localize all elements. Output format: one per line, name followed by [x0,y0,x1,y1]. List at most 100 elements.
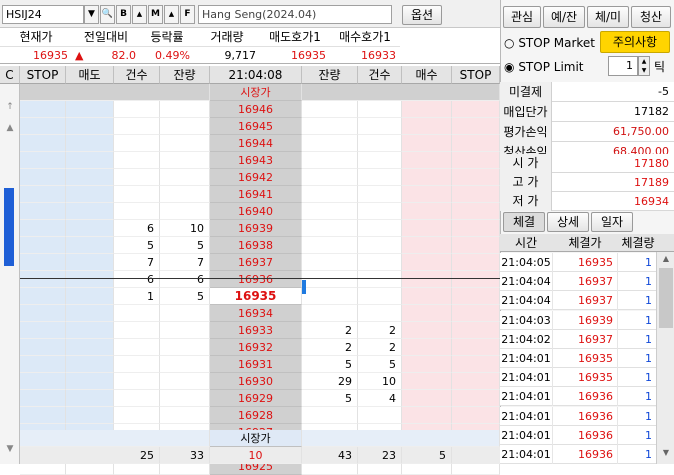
bid-order-cell[interactable] [402,373,452,390]
bid-order-cell[interactable] [402,339,452,356]
ask-row[interactable]: 5 5 16938 [20,237,500,254]
ask-stop-cell[interactable] [20,220,66,237]
ask-stop-cell[interactable] [20,373,66,390]
ask-order-cell[interactable] [66,135,114,152]
ask-row[interactable]: 16943 [20,152,500,169]
symbol-dropdown-button[interactable]: ▼ [84,5,99,24]
bid-stop-cell[interactable] [452,322,500,339]
bid-stop-cell[interactable] [452,169,500,186]
bid-order-cell[interactable] [402,288,452,305]
ask-price-cell[interactable]: 16937 [210,254,302,271]
scroll-thumb[interactable] [659,268,673,328]
ask-row[interactable]: 16942 [20,169,500,186]
ask-stop-cell[interactable] [20,390,66,407]
ask-price-cell[interactable]: 16941 [210,186,302,203]
bid-order-cell[interactable] [402,390,452,407]
tab-watchlist[interactable]: 관심 [503,6,541,28]
ask-stop-cell[interactable] [20,305,66,322]
bid-stop-cell[interactable] [452,220,500,237]
ask-stop-cell[interactable] [20,152,66,169]
bid-order-cell[interactable] [402,407,452,424]
bid-price-cell[interactable]: 16928 [210,407,302,424]
ask-row[interactable]: 16944 [20,135,500,152]
bid-stop-cell[interactable] [452,356,500,373]
ask-order-cell[interactable] [66,305,114,322]
bid-stop-cell[interactable] [452,407,500,424]
tab-detail[interactable]: 상세 [547,212,589,232]
bid-order-cell[interactable] [402,322,452,339]
bid-order-cell[interactable] [402,101,452,118]
bid-stop-cell[interactable] [452,186,500,203]
bid-order-cell[interactable] [402,254,452,271]
bid-stop-cell[interactable] [452,203,500,220]
bid-stop-cell[interactable] [452,135,500,152]
bid-price-cell[interactable]: 16929 [210,390,302,407]
bid-row[interactable]: 16928 [20,407,500,424]
ask-row[interactable]: 16940 [20,203,500,220]
bid-order-cell[interactable] [402,169,452,186]
stop-market-radio[interactable]: ○ STOP Market [504,34,600,52]
updown-spinner[interactable]: ▲ [132,5,147,24]
scroll-up-icon[interactable]: ▲ [659,254,673,266]
options-button[interactable]: 옵션 [402,5,442,25]
ask-order-cell[interactable] [66,101,114,118]
bid-order-cell[interactable] [402,118,452,135]
bid-order-cell[interactable] [402,305,452,322]
trade-scrollbar[interactable]: ▲ ▼ [656,252,674,464]
bid-order-cell[interactable] [402,152,452,169]
ask-order-cell[interactable] [66,203,114,220]
bid-stop-cell[interactable] [452,288,500,305]
tab-daily[interactable]: 일자 [591,212,633,232]
bid-stop-cell[interactable] [452,152,500,169]
b-button[interactable]: B [116,5,131,24]
bid-order-cell[interactable] [402,203,452,220]
ask-order-cell[interactable] [66,118,114,135]
ask-order-cell[interactable] [66,356,114,373]
bid-stop-cell[interactable] [452,373,500,390]
bid-stop-cell[interactable] [452,305,500,322]
bid-order-cell[interactable] [402,237,452,254]
ask-price-cell[interactable]: 16942 [210,169,302,186]
m-button[interactable]: M [148,5,163,24]
ask-price-cell[interactable]: 16935 [210,288,302,305]
tab-liquidate[interactable]: 청산 [631,6,671,28]
bid-stop-cell[interactable] [452,390,500,407]
ask-stop-cell[interactable] [20,322,66,339]
ask-row[interactable]: 16946 [20,101,500,118]
ask-stop-cell[interactable] [20,186,66,203]
tab-trades[interactable]: 체결 [503,212,545,232]
ask-order-cell[interactable] [66,169,114,186]
ask-price-cell[interactable]: 16943 [210,152,302,169]
scroll-down-icon[interactable]: ▼ [659,448,673,460]
ask-order-cell[interactable] [66,339,114,356]
bid-price-cell[interactable]: 16932 [210,339,302,356]
bid-order-cell[interactable] [402,271,452,288]
bid-order-cell[interactable] [402,186,452,203]
bid-stop-cell[interactable] [452,237,500,254]
ask-order-cell[interactable] [66,237,114,254]
updown-spinner-2[interactable]: ▲ [164,5,179,24]
ask-order-cell[interactable] [66,390,114,407]
ask-price-cell[interactable]: 16938 [210,237,302,254]
ask-price-cell[interactable]: 16944 [210,135,302,152]
market-row-top[interactable]: 시장가 [20,84,500,101]
ask-row[interactable]: 16941 [20,186,500,203]
tick-input[interactable]: 1 [608,56,638,76]
ask-stop-cell[interactable] [20,237,66,254]
stop-limit-radio[interactable]: ◉ STOP Limit [504,58,600,76]
bid-stop-cell[interactable] [452,118,500,135]
bid-stop-cell[interactable] [452,254,500,271]
bid-row[interactable]: 16929 5 4 [20,390,500,407]
triangle-up-icon[interactable]: ▲ [3,123,17,137]
ask-stop-cell[interactable] [20,254,66,271]
f-button[interactable]: F [180,5,195,24]
bid-stop-cell[interactable] [452,339,500,356]
tab-fills[interactable]: 체/미 [587,6,629,28]
ask-price-cell[interactable]: 16946 [210,101,302,118]
ask-stop-cell[interactable] [20,101,66,118]
ask-stop-cell[interactable] [20,118,66,135]
search-button[interactable]: 🔍 [100,5,115,24]
bid-price-cell[interactable]: 16931 [210,356,302,373]
ask-price-cell[interactable]: 16939 [210,220,302,237]
ask-order-cell[interactable] [66,186,114,203]
